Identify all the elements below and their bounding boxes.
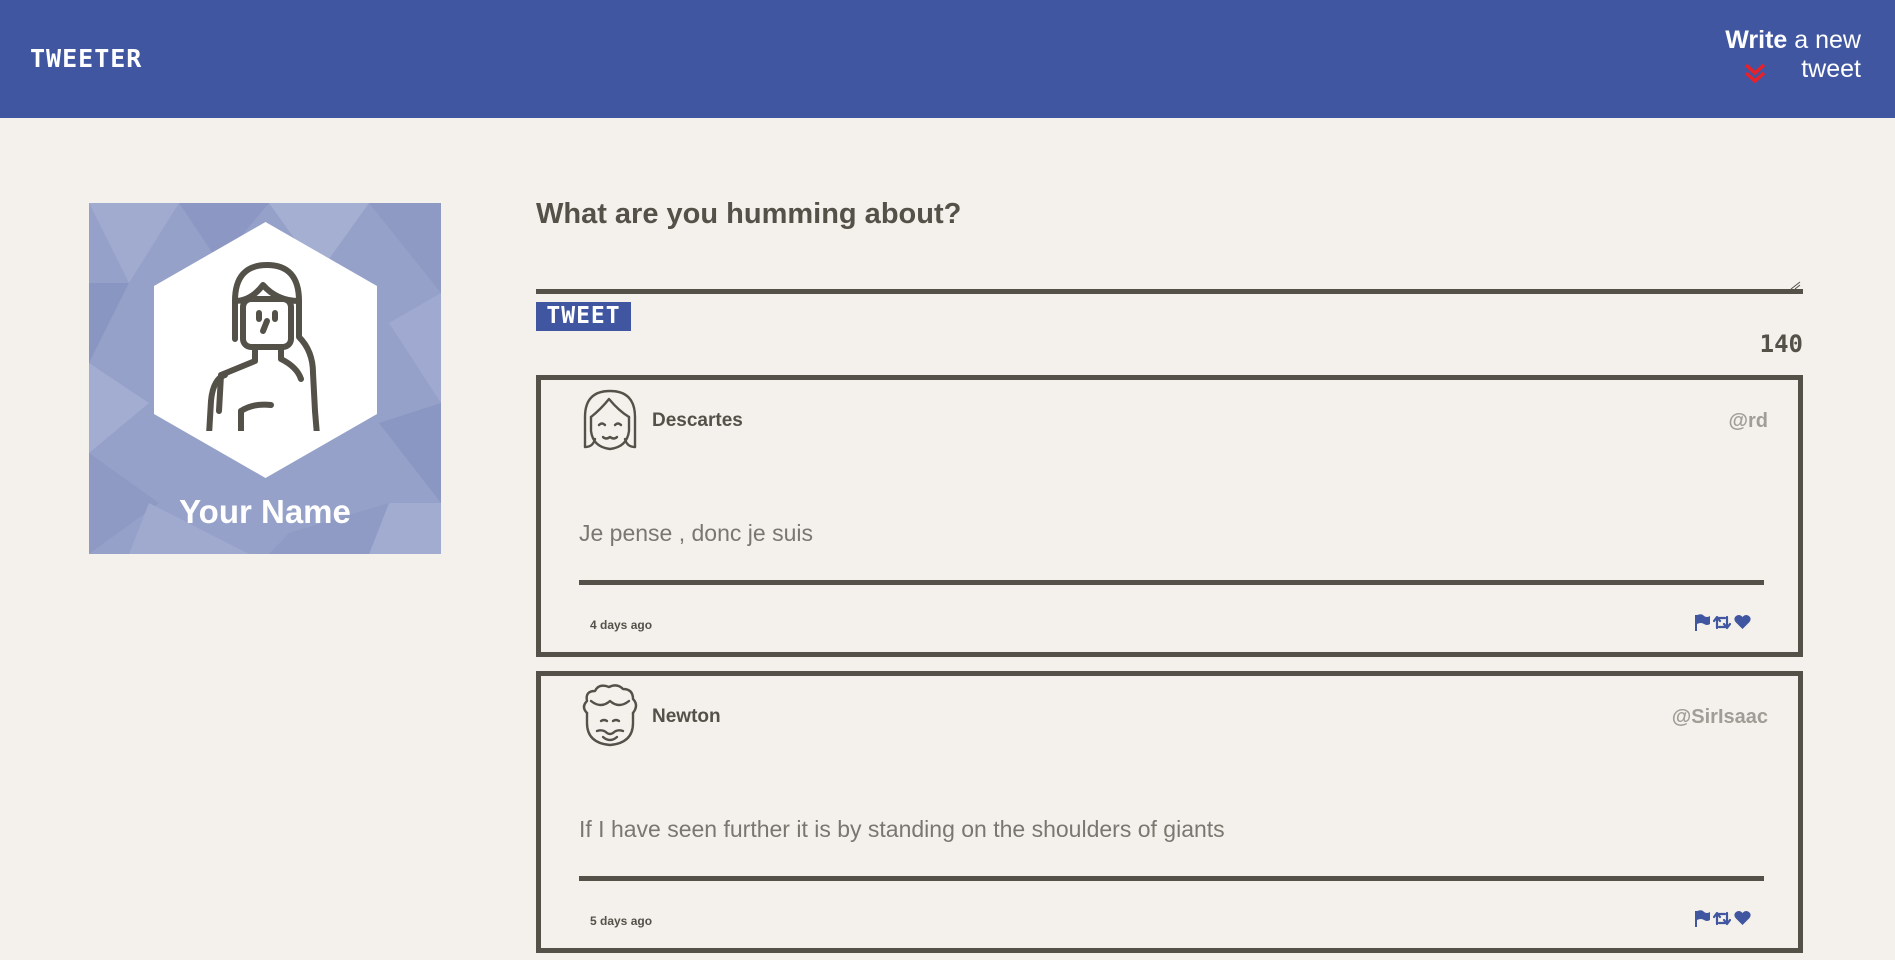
resize-grip-icon[interactable]	[1790, 281, 1801, 290]
heart-icon[interactable]	[1734, 614, 1751, 630]
retweet-icon[interactable]	[1713, 614, 1731, 631]
retweet-icon[interactable]	[1713, 910, 1731, 927]
logo[interactable]: TWEETER	[30, 44, 142, 73]
tweet-card: Descartes @rd Je pense , donc je suis 4 …	[536, 375, 1803, 657]
curly-hair-avatar-icon	[582, 684, 638, 747]
tweet-card: Newton @SirIsaac If I have seen further …	[536, 671, 1803, 953]
tweet-actions	[1694, 908, 1764, 930]
write-label: Write	[1725, 26, 1788, 54]
tweet-divider	[579, 580, 1764, 585]
tweet-button[interactable]: TWEET	[536, 302, 631, 331]
tweet-timestamp: 4 days ago	[590, 618, 653, 632]
character-counter: 140	[1759, 330, 1803, 358]
tweet-actions	[1694, 612, 1764, 634]
tweet-content: Je pense , donc je suis	[579, 520, 813, 546]
tweet-author-handle: @rd	[1728, 410, 1768, 432]
woman-avatar-icon	[206, 262, 320, 431]
top-nav: TWEETER Write a new tweet	[0, 0, 1895, 118]
compose-title: What are you humming about?	[536, 198, 962, 230]
tweet-text-input[interactable]	[536, 248, 1803, 294]
tweet-divider	[579, 876, 1764, 881]
new-tweet-label: a new tweet	[1787, 26, 1861, 83]
flag-icon[interactable]	[1694, 614, 1711, 631]
profile-card: Your Name	[89, 203, 441, 554]
tweet-content: If I have seen further it is by standing…	[579, 816, 1225, 842]
tweet-author-handle: @SirIsaac	[1671, 706, 1768, 728]
double-chevron-down-icon[interactable]	[1744, 62, 1766, 84]
heart-icon[interactable]	[1734, 910, 1751, 926]
profile-name: Your Name	[179, 493, 351, 530]
girl-bangs-avatar-icon	[583, 389, 637, 451]
flag-icon[interactable]	[1694, 910, 1711, 927]
tweet-author-name: Newton	[652, 706, 721, 727]
tweet-author-name: Descartes	[652, 410, 743, 431]
tweet-timestamp: 5 days ago	[590, 914, 653, 928]
